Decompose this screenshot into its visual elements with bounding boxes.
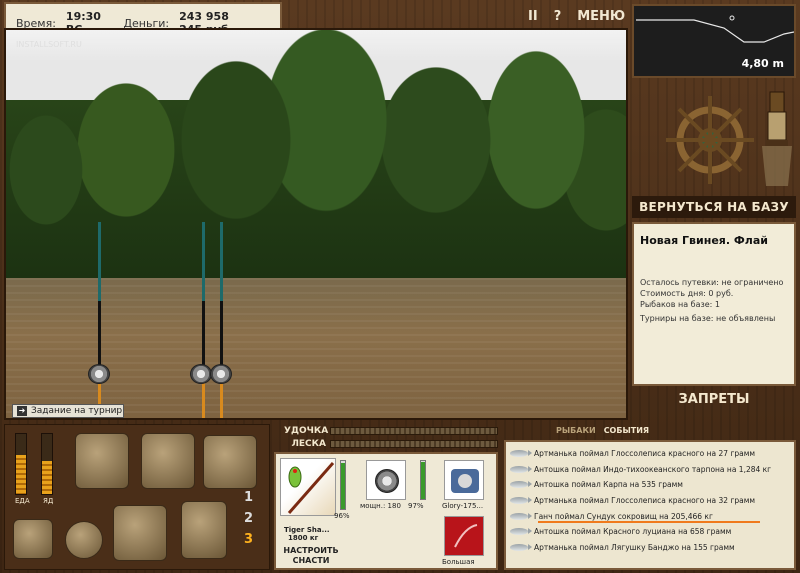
tournament-task-label: Задание на турнир — [31, 406, 123, 416]
arrow-right-icon: ➜ — [17, 406, 27, 416]
help-button[interactable]: ? — [554, 9, 562, 24]
return-to-base-button[interactable]: ВЕРНУТЬСЯ НА БАЗУ — [632, 196, 796, 218]
boots-icon[interactable] — [113, 505, 167, 561]
inventory-panel: ЕДА ЯД — [4, 424, 270, 570]
rod-wear-meter — [340, 460, 346, 510]
reel-icon — [375, 469, 399, 493]
line-spool-icon — [451, 469, 479, 493]
events-tabs: РЫБАКИ СОБЫТИЯ — [556, 426, 649, 435]
page-2-button[interactable]: 2 — [244, 511, 253, 526]
tab-events[interactable]: СОБЫТИЯ — [604, 426, 649, 435]
list-item: Артманька поймал Лягушку Банджо на 155 г… — [510, 540, 790, 556]
depth-map: 4,80 m — [632, 4, 796, 78]
depth-value: 4,80 m — [741, 57, 784, 70]
fishing-rod-1[interactable] — [98, 222, 101, 418]
bans-button[interactable]: ЗАПРЕТЫ — [632, 388, 796, 410]
line-name: Glory-175... — [442, 502, 484, 510]
reel-power: мощн.: 180 — [360, 502, 401, 510]
rod-percent: 96% — [334, 512, 350, 520]
rod-line-bars: УДОЧКА ЛЕСКА — [284, 424, 498, 450]
backpack-icon[interactable] — [141, 433, 195, 489]
location-title: Новая Гвинея. Флай — [640, 234, 768, 247]
info-line: Рыбаков на базе: 1 — [640, 300, 720, 309]
book-icon[interactable] — [203, 435, 257, 489]
fish-icon — [510, 543, 532, 551]
line-slot[interactable] — [444, 460, 484, 500]
reel-icon — [210, 364, 232, 384]
bucket-icon[interactable] — [181, 501, 227, 559]
list-item: Антошка поймал Красного луциана на 658 г… — [510, 524, 790, 540]
info-line: Стоимость дня: 0 руб. — [640, 289, 734, 298]
reel-icon — [88, 364, 110, 384]
lure-icon — [454, 524, 478, 548]
rod-icon — [287, 462, 335, 514]
fish-icon — [510, 450, 532, 458]
poison-meter-fill — [42, 461, 52, 494]
list-item: Артманька поймал Глоссолеписа красного н… — [510, 493, 790, 509]
rod-slot[interactable] — [280, 458, 336, 516]
reel-icon — [190, 364, 212, 384]
tab-anglers[interactable]: РЫБАКИ — [556, 426, 596, 435]
rod-label: УДОЧКА — [284, 425, 329, 436]
tackle-box-icon[interactable] — [75, 433, 129, 489]
setup-tackle-button[interactable]: НАСТРОИТЬ СНАСТИ — [282, 546, 340, 566]
fish-icon — [510, 528, 532, 536]
inventory-pages: 1 2 3 — [244, 490, 253, 547]
fish-icon — [510, 465, 532, 473]
top-controls: II ? МЕНЮ — [528, 5, 625, 27]
fishing-rod-3[interactable] — [220, 222, 223, 418]
page-1-button[interactable]: 1 — [244, 490, 253, 505]
pause-button[interactable]: II — [528, 9, 538, 24]
list-item: Антошка поймал Карпа на 535 грамм — [510, 477, 790, 493]
fish-icon — [510, 497, 532, 505]
ship-wheel-icon — [666, 91, 792, 186]
reel-percent: 97% — [408, 502, 424, 510]
reel-slot[interactable] — [366, 460, 406, 500]
info-line: Турниры на базе: не объявлены — [640, 314, 776, 323]
info-line: Осталось путевки: не ограничено — [640, 278, 784, 287]
bait-slot[interactable] — [444, 516, 484, 556]
lantern-icon — [762, 91, 792, 186]
events-log: Артманька поймал Глоссолеписа красного н… — [504, 440, 796, 570]
page-3-button[interactable]: 3 — [244, 532, 253, 547]
list-item: Антошка поймал Индо-тихоокеанского тарпо… — [510, 462, 790, 478]
line-label: ЛЕСКА — [291, 438, 326, 449]
watermark: INSTALLSOFT.RU — [16, 40, 82, 49]
fishing-rod-2[interactable] — [202, 222, 205, 418]
bait-box-icon[interactable] — [13, 519, 53, 559]
rod-weight: 1800 кг — [288, 534, 319, 542]
reel-wear-meter — [420, 460, 426, 500]
base-info-panel: Новая Гвинея. Флай Осталось путевки: не … — [632, 222, 796, 386]
rod-tension-bar — [330, 426, 498, 435]
fishing-scene[interactable]: INSTALLSOFT.RU ➜ Задание на турнир — [4, 28, 628, 420]
poison-meter — [41, 433, 53, 495]
compass-icon[interactable] — [65, 521, 103, 559]
poison-label: ЯД — [43, 497, 54, 505]
fish-icon — [510, 481, 532, 489]
menu-button[interactable]: МЕНЮ — [577, 9, 625, 24]
list-item: Ганч поймал Сундук сокровищ на 205,466 к… — [510, 508, 790, 524]
fish-icon — [510, 512, 532, 520]
food-meter-fill — [16, 455, 26, 494]
list-item: Артманька поймал Глоссолеписа красного н… — [510, 446, 790, 462]
rod-name: Tiger Sha... — [284, 526, 330, 534]
food-meter — [15, 433, 27, 495]
tournament-task-button[interactable]: ➜ Задание на турнир — [12, 404, 124, 418]
base-decoration — [632, 82, 796, 192]
gear-panel: 96% Tiger Sha... 1800 кг НАСТРОИТЬ СНАСТ… — [274, 452, 498, 570]
line-tension-bar — [330, 439, 498, 448]
bait-name: Большая — [442, 558, 475, 566]
food-label: ЕДА — [15, 497, 30, 505]
